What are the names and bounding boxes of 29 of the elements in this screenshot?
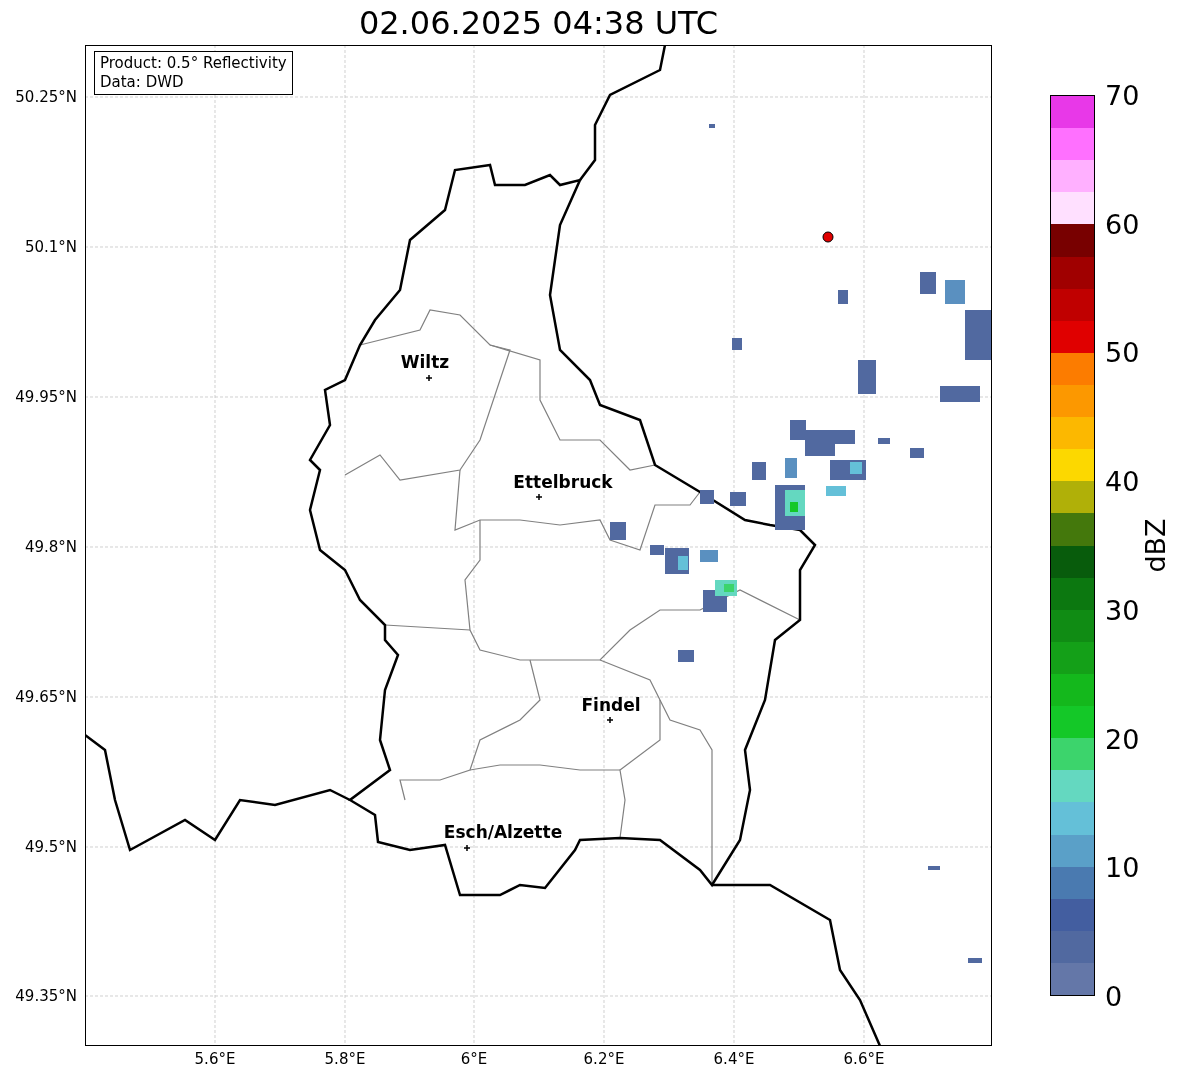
axis-tick-label: 6°E	[460, 1052, 488, 1067]
axis-tick-label: 49.35°N	[15, 988, 77, 1004]
colorbar-tick-label: 50	[1105, 338, 1140, 366]
chart-title: 02.06.2025 04:38 UTC	[358, 6, 719, 39]
colorbar-tick-label: 10	[1105, 853, 1140, 881]
colorbar-tick-label: 70	[1105, 81, 1140, 109]
colorbar-tick-label: 60	[1105, 210, 1140, 238]
colorbar-label: dBZ	[1141, 518, 1169, 573]
place-label: Wiltz	[400, 353, 450, 371]
colorbar-tick-label: 0	[1105, 982, 1123, 1010]
axis-tick-label: 49.95°N	[15, 389, 77, 405]
colorbar-tick-label: 20	[1105, 725, 1140, 753]
axis-tick-label: 49.5°N	[24, 839, 77, 855]
axis-tick-label: 6.6°E	[843, 1052, 885, 1067]
place-label: Findel	[581, 696, 641, 714]
colorbar-tick-label: 40	[1105, 467, 1140, 495]
axis-tick-label: 6.4°E	[713, 1052, 755, 1067]
axis-tick-label: 6.2°E	[583, 1052, 625, 1067]
axis-tick-label: 5.6°E	[194, 1052, 236, 1067]
axis-tick-label: 50.25°N	[15, 89, 77, 105]
legend-text: Data: DWD	[100, 73, 185, 92]
axis-tick-label: 5.8°E	[324, 1052, 366, 1067]
axis-tick-label: 49.8°N	[24, 539, 77, 555]
axis-tick-label: 50.1°N	[24, 239, 77, 255]
colorbar-tick-label: 30	[1105, 596, 1140, 624]
place-label: Ettelbruck	[513, 473, 613, 491]
legend-text: Product: 0.5° Reflectivity	[100, 54, 287, 73]
place-label: Esch/Alzette	[443, 823, 563, 841]
axis-tick-label: 49.65°N	[15, 689, 77, 705]
